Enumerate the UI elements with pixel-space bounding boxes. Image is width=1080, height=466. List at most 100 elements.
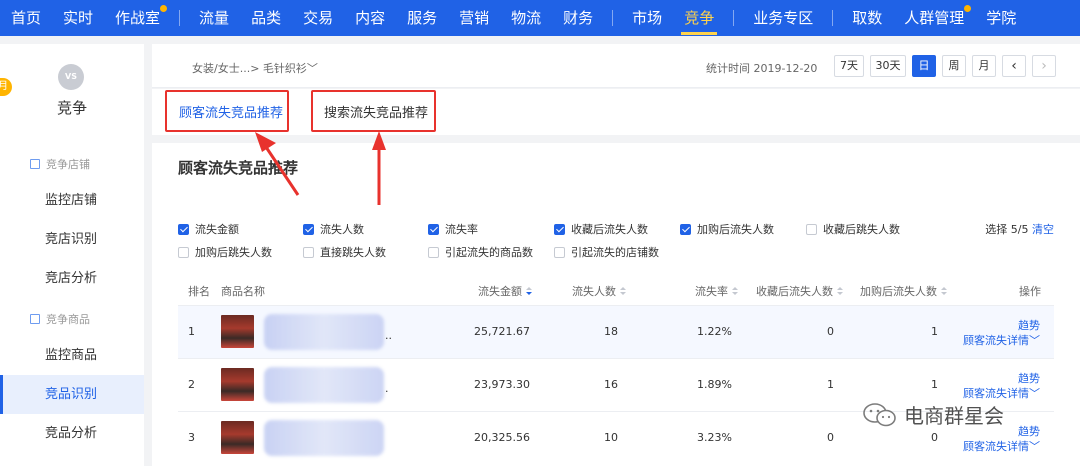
loss-detail-link[interactable]: 顾客流失详情﹀ <box>963 386 1040 401</box>
nav-item-19[interactable]: 人群管理 <box>893 0 975 36</box>
metric-checkbox[interactable]: 直接跳失人数 <box>303 244 386 260</box>
trend-link[interactable]: 趋势 <box>963 371 1040 386</box>
metric-checkbox[interactable]: 流失人数 <box>303 221 364 237</box>
checkbox-label: 加购后跳失人数 <box>195 246 272 259</box>
date-30d-button[interactable]: 30天 <box>870 55 906 77</box>
sort-icon[interactable] <box>836 287 843 296</box>
metric-checkbox[interactable]: 流失金额 <box>178 221 239 237</box>
metric-checkbox[interactable]: 收藏后流失人数 <box>554 221 648 237</box>
nav-item-16[interactable]: 业务专区 <box>742 0 824 36</box>
checkbox-label: 流失率 <box>445 223 478 236</box>
product-name-blurred[interactable] <box>264 367 384 403</box>
nav-item-label: 服务 <box>407 9 438 27</box>
sort-icon[interactable] <box>731 287 738 296</box>
product-name-blurred[interactable] <box>264 420 384 456</box>
next-date-button[interactable]: › <box>1032 55 1056 77</box>
nav-item-7[interactable]: 内容 <box>344 0 396 36</box>
metric-checkbox[interactable]: 收藏后跳失人数 <box>806 221 900 237</box>
checkbox-label: 收藏后流失人数 <box>571 223 648 236</box>
sort-icon[interactable] <box>619 287 626 296</box>
metric-checkbox[interactable]: 加购后流失人数 <box>680 221 774 237</box>
date-week-button[interactable]: 周 <box>942 55 966 77</box>
checkbox-icon[interactable] <box>554 246 565 258</box>
checkbox-icon[interactable] <box>428 223 439 235</box>
trend-link[interactable]: 趋势 <box>963 318 1040 333</box>
sidebar-title: 竞争 <box>56 99 87 117</box>
month-badge[interactable]: 月 <box>0 78 12 96</box>
checkbox-icon[interactable] <box>178 246 189 258</box>
nav-item-label: 内容 <box>355 9 386 27</box>
nav-item-label: 取数 <box>852 9 883 27</box>
sidebar-item-goods-analysis[interactable]: 竞品分析 <box>0 414 144 453</box>
app-root: 首页 实时 作战室 流量 品类 交易 内容 服务 营销 物流 财务 市场 竞争 业务专区 取数 人群管理 学院 … <box>0 0 1080 466</box>
sidebar-item-monitor-goods[interactable]: 监控商品 <box>0 336 144 375</box>
checkbox-icon[interactable] <box>806 223 817 235</box>
checkbox-label: 直接跳失人数 <box>320 246 386 259</box>
nav-item-8[interactable]: 服务 <box>396 0 448 36</box>
nav-item-13[interactable]: 市场 <box>621 0 673 36</box>
sidebar-item-monitor-stores[interactable]: 监控店铺 <box>0 181 144 220</box>
nav-item-label: 学院 <box>986 9 1017 27</box>
metric-checkbox[interactable]: 引起流失的商品数 <box>428 244 533 260</box>
sidebar-item-store-analysis[interactable]: 竞店分析 <box>0 259 144 298</box>
col-rank: 排名 <box>188 285 210 298</box>
date-day-button[interactable]: 日 <box>912 55 936 77</box>
building-icon <box>30 159 40 169</box>
sort-icon[interactable] <box>940 287 947 296</box>
tabs-bar: 顾客流失竞品推荐 搜索流失竞品推荐 <box>152 89 1080 135</box>
nav-item-5[interactable]: 品类 <box>240 0 292 36</box>
select-count-text: 选择 5/5 <box>985 223 1029 236</box>
col-rate[interactable]: 流失率 <box>695 283 738 299</box>
nav-item-18[interactable]: 取数 <box>841 0 893 36</box>
nav-item-label: 竞争 <box>684 9 715 27</box>
col-cart-loss[interactable]: 加购后流失人数 <box>860 283 947 299</box>
product-name-blurred[interactable] <box>264 314 384 350</box>
group-label: 竞争商品 <box>46 313 90 326</box>
cart-loss: 1 <box>931 378 938 391</box>
metric-checkbox[interactable]: 加购后跳失人数 <box>178 244 272 260</box>
metric-checkbox[interactable]: 引起流失的店铺数 <box>554 244 659 260</box>
nav-item-14[interactable]: 竞争 <box>673 0 725 36</box>
checkbox-label: 收藏后跳失人数 <box>823 223 900 236</box>
col-amount[interactable]: 流失金额 <box>478 283 532 299</box>
fav-loss: 1 <box>827 378 834 391</box>
loss-detail-link[interactable]: 顾客流失详情﹀ <box>963 439 1040 454</box>
product-thumbnail[interactable] <box>221 368 254 401</box>
rank: 2 <box>188 378 195 391</box>
category-breadcrumb[interactable]: 女装/女士...> 毛针织衫﹀ <box>192 60 318 76</box>
row-actions: 趋势 顾客流失详情﹀ <box>963 318 1040 348</box>
sidebar-item-goods-identify[interactable]: 竞品识别 <box>0 375 144 414</box>
metric-checkbox[interactable]: 流失率 <box>428 221 478 237</box>
clear-link[interactable]: 清空 <box>1032 223 1054 236</box>
checkbox-icon[interactable] <box>554 223 565 235</box>
sidebar-item-store-identify[interactable]: 竞店识别 <box>0 220 144 259</box>
product-thumbnail[interactable] <box>221 421 254 454</box>
col-people[interactable]: 流失人数 <box>572 283 626 299</box>
checkbox-icon[interactable] <box>303 223 314 235</box>
nav-item-6[interactable]: 交易 <box>292 0 344 36</box>
prev-date-button[interactable]: ‹ <box>1002 55 1026 77</box>
nav-item-4[interactable]: 流量 <box>188 0 240 36</box>
nav-item-9[interactable]: 营销 <box>448 0 500 36</box>
row-actions: 趋势 顾客流失详情﹀ <box>963 371 1040 401</box>
nav-item-2[interactable]: 作战室 <box>104 0 171 36</box>
checkbox-icon[interactable] <box>303 246 314 258</box>
date-7d-button[interactable]: 7天 <box>834 55 864 77</box>
nav-item-label: 营销 <box>459 9 490 27</box>
sort-desc-icon[interactable] <box>525 287 532 296</box>
col-fav-loss[interactable]: 收藏后流失人数 <box>756 283 843 299</box>
product-thumbnail[interactable] <box>221 315 254 348</box>
nav-item-10[interactable]: 物流 <box>500 0 552 36</box>
select-count: 选择 5/5 清空 <box>985 221 1054 237</box>
nav-item-0[interactable]: 首页 <box>0 0 52 36</box>
nav-item-20[interactable]: 学院 <box>975 0 1027 36</box>
loss-amount: 25,721.67 <box>474 325 530 338</box>
checkbox-icon[interactable] <box>680 223 691 235</box>
checkbox-icon[interactable] <box>178 223 189 235</box>
nav-item-1[interactable]: 实时 <box>52 0 104 36</box>
checkbox-icon[interactable] <box>428 246 439 258</box>
loss-detail-link[interactable]: 顾客流失详情﹀ <box>963 333 1040 348</box>
table-row: 1.. 25,721.67 18 1.22% 0 1 趋势 顾客流失详情﹀ <box>178 305 1054 358</box>
nav-item-11[interactable]: 财务 <box>552 0 604 36</box>
date-month-button[interactable]: 月 <box>972 55 996 77</box>
